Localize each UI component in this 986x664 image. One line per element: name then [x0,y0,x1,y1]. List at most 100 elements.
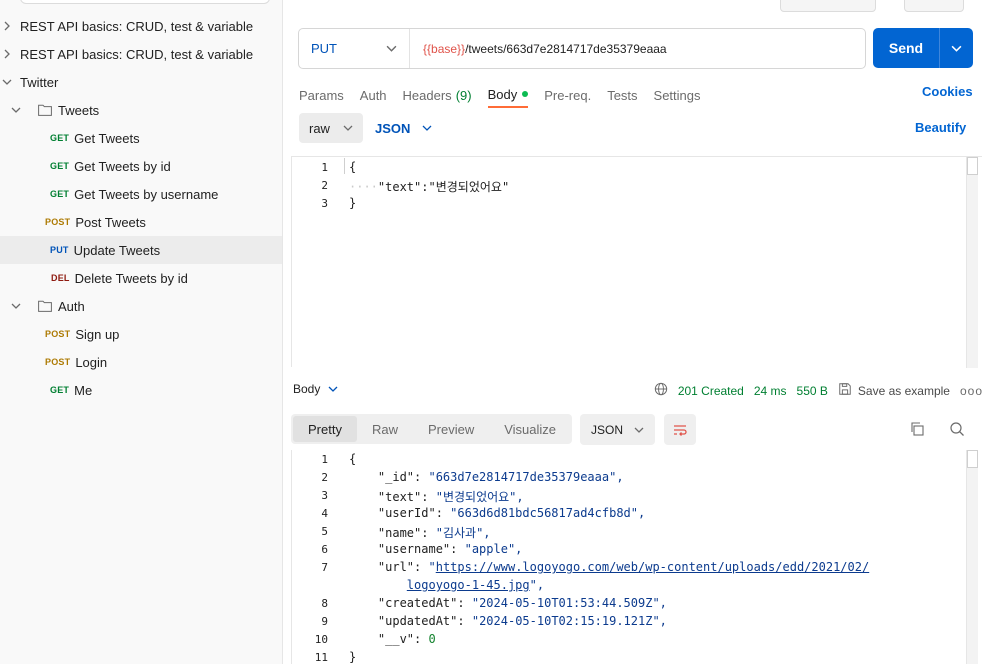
scrollbar-thumb[interactable] [967,450,978,468]
scrollbar[interactable] [966,450,978,664]
sidebar-item-label: REST API basics: CRUD, test & variable [20,46,254,62]
cookies-link[interactable]: Cookies [922,84,973,99]
line-number: 7 [321,561,328,574]
sidebar-request-get-tweets[interactable]: GET Get Tweets [0,124,282,152]
url-input[interactable]: {{base}}/tweets/663d7e2814717de35379eaaa [410,42,865,56]
sidebar-collection-rest-2[interactable]: REST API basics: CRUD, test & variable [0,40,282,68]
code-brace: } [349,196,357,210]
sidebar-folder-auth[interactable]: Auth [0,292,282,320]
chevron-right-icon[interactable] [1,20,13,32]
headers-count: (9) [455,87,472,103]
sidebar-request-post-tweets[interactable]: POST Post Tweets [0,208,282,236]
json-key: "userId" [377,506,436,520]
json-value: "2024-05-10T02:15:19.121Z", [471,614,667,628]
save-as-example-button[interactable]: Save as example [838,382,950,399]
tab-visualize[interactable]: Visualize [489,416,571,442]
line-number: 3 [321,489,328,502]
tab-params[interactable]: Params [299,82,344,108]
wrap-lines-button[interactable] [664,414,696,445]
tab-preview[interactable]: Preview [413,416,489,442]
json-value: "김사과", [435,526,491,540]
sidebar-request-get-tweets-by-id[interactable]: GET Get Tweets by id [0,152,282,180]
line-number: 11 [314,651,328,664]
line-number: 9 [321,615,328,628]
sidebar-request-sign-up[interactable]: POST Sign up [0,320,282,348]
json-value: "변경되었어요" [428,180,510,194]
json-url-link[interactable]: https://www.logoyogo.com/web/wp-content/… [436,560,869,574]
globe-icon[interactable] [654,382,668,399]
request-pane: PUT {{base}}/tweets/663d7e2814717de35379… [284,0,986,664]
copy-icon [911,422,924,436]
json-value: "변경되었어요", [435,490,524,504]
response-body-select[interactable]: Body [293,382,338,396]
copy-button[interactable] [908,420,926,438]
method-select[interactable]: PUT [299,29,410,68]
sidebar-request-login[interactable]: POST Login [0,348,282,376]
chevron-right-icon[interactable] [1,48,13,60]
tab-label: Tests [607,87,638,103]
search-button[interactable] [948,420,966,438]
sidebar-request-update-tweets[interactable]: PUT Update Tweets [0,236,282,264]
chevron-down-icon [422,125,432,131]
code-line: "text": "변경되었어요", [377,490,524,504]
send-button-label[interactable]: Send [873,28,940,68]
chevron-down-icon[interactable] [10,300,22,312]
tab-auth[interactable]: Auth [360,82,387,108]
tab-body[interactable]: Body [487,82,529,108]
response-meta: 201 Created 24 ms 550 B Save as example … [654,382,983,399]
chevron-down-icon[interactable] [1,76,13,88]
json-url-link[interactable]: logoyogo-1-45.jpg [407,578,530,592]
tab-pre-request[interactable]: Pre-req. [544,82,591,108]
status-code[interactable]: 201 Created [678,384,744,398]
json-key: "url" [377,560,415,574]
json-key: "username" [377,542,451,556]
send-button[interactable]: Send [873,28,973,68]
code-line: } [349,650,356,664]
sidebar-collection-twitter[interactable]: Twitter [0,68,282,96]
scrollbar-thumb[interactable] [967,157,978,175]
tab-settings[interactable]: Settings [654,82,701,108]
response-bar: Body 201 Created 24 ms 550 B Save as exa… [293,380,983,402]
json-value: "apple", [464,542,523,556]
json-value: "2024-05-10T01:53:44.509Z", [471,596,667,610]
chevron-down-icon[interactable] [10,104,22,116]
body-mode-select[interactable]: raw [299,113,363,143]
method-badge: DEL [51,273,70,283]
more-options-icon[interactable]: ooo [960,384,983,398]
sidebar-collection-rest-1[interactable]: REST API basics: CRUD, test & variable [0,12,282,40]
save-as-example-label: Save as example [857,383,950,398]
scrollbar[interactable] [966,157,978,368]
beautify-link[interactable]: Beautify [915,120,966,135]
tab-headers[interactable]: Headers (9) [403,82,472,108]
request-body-editor[interactable]: 1 2 3 { ····"text":"변경되었어요" } [291,156,982,368]
body-format-select[interactable]: JSON [375,113,432,143]
sidebar-request-me[interactable]: GET Me [0,376,282,404]
url-variable: {{base}} [423,41,466,56]
tab-raw[interactable]: Raw [357,416,413,442]
sidebar-request-delete-tweets-by-id[interactable]: DEL Delete Tweets by id [0,264,282,292]
method-badge: GET [50,189,70,199]
response-body-editor[interactable]: 1 2 3 4 5 6 7 8 9 10 11 { "_id": "663d7e… [291,450,982,664]
sidebar-item-label: Me [74,382,93,398]
code-line: "_id": "663d7e2814717de35379eaaa", [377,470,624,484]
json-key: "_id" [377,470,415,484]
method-badge: GET [50,133,70,143]
sidebar-search-fragment[interactable] [20,0,270,4]
json-key: "updatedAt" [377,614,458,628]
code-line: } [349,196,356,210]
send-dropdown[interactable] [940,28,973,68]
toolbar-edit-fragment[interactable] [904,0,964,12]
save-icon [838,382,852,399]
method-badge: POST [45,357,71,367]
sidebar-request-get-tweets-by-username[interactable]: GET Get Tweets by username [0,180,282,208]
response-format-select[interactable]: JSON [580,414,655,445]
tab-tests[interactable]: Tests [607,82,637,108]
toolbar-save-fragment[interactable] [780,0,876,12]
response-size[interactable]: 550 B [797,384,828,398]
sidebar-folder-tweets[interactable]: Tweets [0,96,282,124]
code-brace: { [349,452,357,466]
response-time[interactable]: 24 ms [754,384,787,398]
json-number: 0 [428,632,436,646]
tab-pretty[interactable]: Pretty [293,416,357,442]
chevron-down-icon [634,427,644,433]
